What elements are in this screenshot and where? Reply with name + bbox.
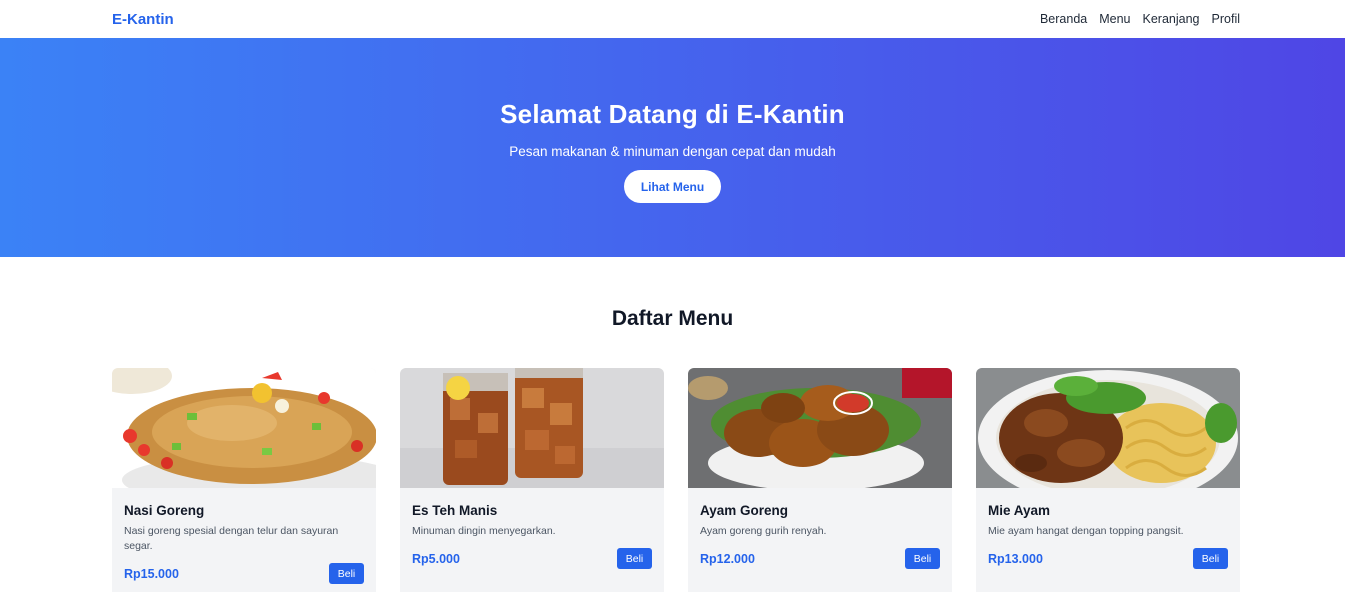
menu-item-name: Ayam Goreng: [700, 503, 789, 518]
nav-link-keranjang[interactable]: Keranjang: [1143, 12, 1200, 26]
navbar: E-Kantin Beranda Menu Keranjang Profil: [0, 0, 1345, 38]
menu-item-description: Ayam goreng gurih renyah.: [700, 525, 827, 537]
menu-item-description: Nasi goreng spesial dengan telur dan say…: [124, 525, 339, 552]
buy-button[interactable]: Beli: [1193, 548, 1228, 569]
iced-tea-image: [400, 368, 664, 488]
view-menu-button[interactable]: Lihat Menu: [624, 170, 721, 203]
menu-item-name: Nasi Goreng: [124, 503, 205, 518]
brand-logo[interactable]: E-Kantin: [112, 11, 174, 28]
nav-link-profil[interactable]: Profil: [1212, 12, 1240, 26]
nav-link-beranda[interactable]: Beranda: [1040, 12, 1087, 26]
menu-item-name: Mie Ayam: [988, 503, 1051, 518]
fried-rice-image: [112, 368, 376, 488]
buy-button[interactable]: Beli: [329, 563, 364, 584]
menu-section-title: Daftar Menu: [611, 307, 734, 330]
menu-card-list: Nasi Goreng Nasi goreng spesial dengan t…: [0, 368, 1345, 592]
nav-link-menu[interactable]: Menu: [1099, 12, 1130, 26]
buy-button[interactable]: Beli: [905, 548, 940, 569]
card-footer: Rp5.000 Beli: [412, 548, 652, 569]
menu-item-name: Es Teh Manis: [412, 503, 498, 518]
hero-title: Selamat Datang di E-Kantin: [500, 99, 845, 129]
card-body: Ayam Goreng Ayam goreng gurih renyah. Rp…: [688, 488, 952, 592]
menu-card-mie-ayam: Mie Ayam Mie ayam hangat dengan topping …: [976, 368, 1240, 592]
card-footer: Rp15.000 Beli: [124, 563, 364, 584]
menu-section: Daftar Menu Nasi Goreng Nasi goreng spes…: [0, 257, 1345, 592]
menu-item-price: Rp15.000: [124, 566, 179, 581]
nav-links: Beranda Menu Keranjang Profil: [1040, 12, 1240, 26]
menu-item-price: Rp5.000: [412, 551, 460, 566]
card-body: Es Teh Manis Minuman dingin menyegarkan.…: [400, 488, 664, 592]
menu-item-description: Minuman dingin menyegarkan.: [412, 525, 556, 537]
card-body: Nasi Goreng Nasi goreng spesial dengan t…: [112, 488, 376, 592]
menu-item-price: Rp13.000: [988, 551, 1043, 566]
card-footer: Rp12.000 Beli: [700, 548, 940, 569]
hero-subtitle: Pesan makanan & minuman dengan cepat dan…: [509, 144, 836, 159]
card-body: Mie Ayam Mie ayam hangat dengan topping …: [976, 488, 1240, 592]
menu-card-es-teh-manis: Es Teh Manis Minuman dingin menyegarkan.…: [400, 368, 664, 592]
buy-button[interactable]: Beli: [617, 548, 652, 569]
hero-banner: Selamat Datang di E-Kantin Pesan makanan…: [0, 38, 1345, 257]
menu-item-description: Mie ayam hangat dengan topping pangsit.: [988, 525, 1184, 537]
chicken-noodle-image: [976, 368, 1240, 488]
menu-item-price: Rp12.000: [700, 551, 755, 566]
fried-chicken-image: [688, 368, 952, 488]
card-footer: Rp13.000 Beli: [988, 548, 1228, 569]
menu-card-nasi-goreng: Nasi Goreng Nasi goreng spesial dengan t…: [112, 368, 376, 592]
menu-card-ayam-goreng: Ayam Goreng Ayam goreng gurih renyah. Rp…: [688, 368, 952, 592]
